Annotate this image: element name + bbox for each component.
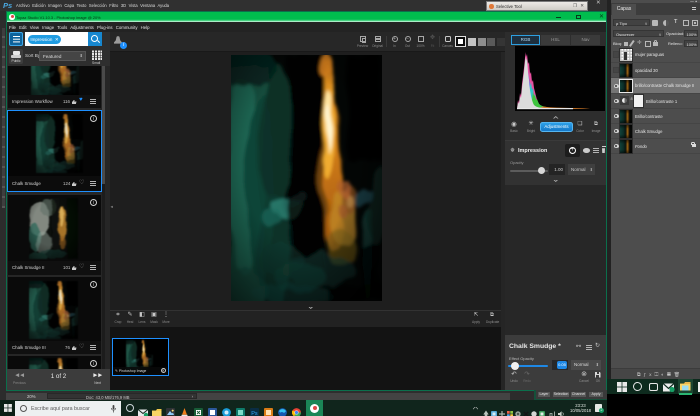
svg-text:Ps: Ps: [251, 411, 258, 416]
